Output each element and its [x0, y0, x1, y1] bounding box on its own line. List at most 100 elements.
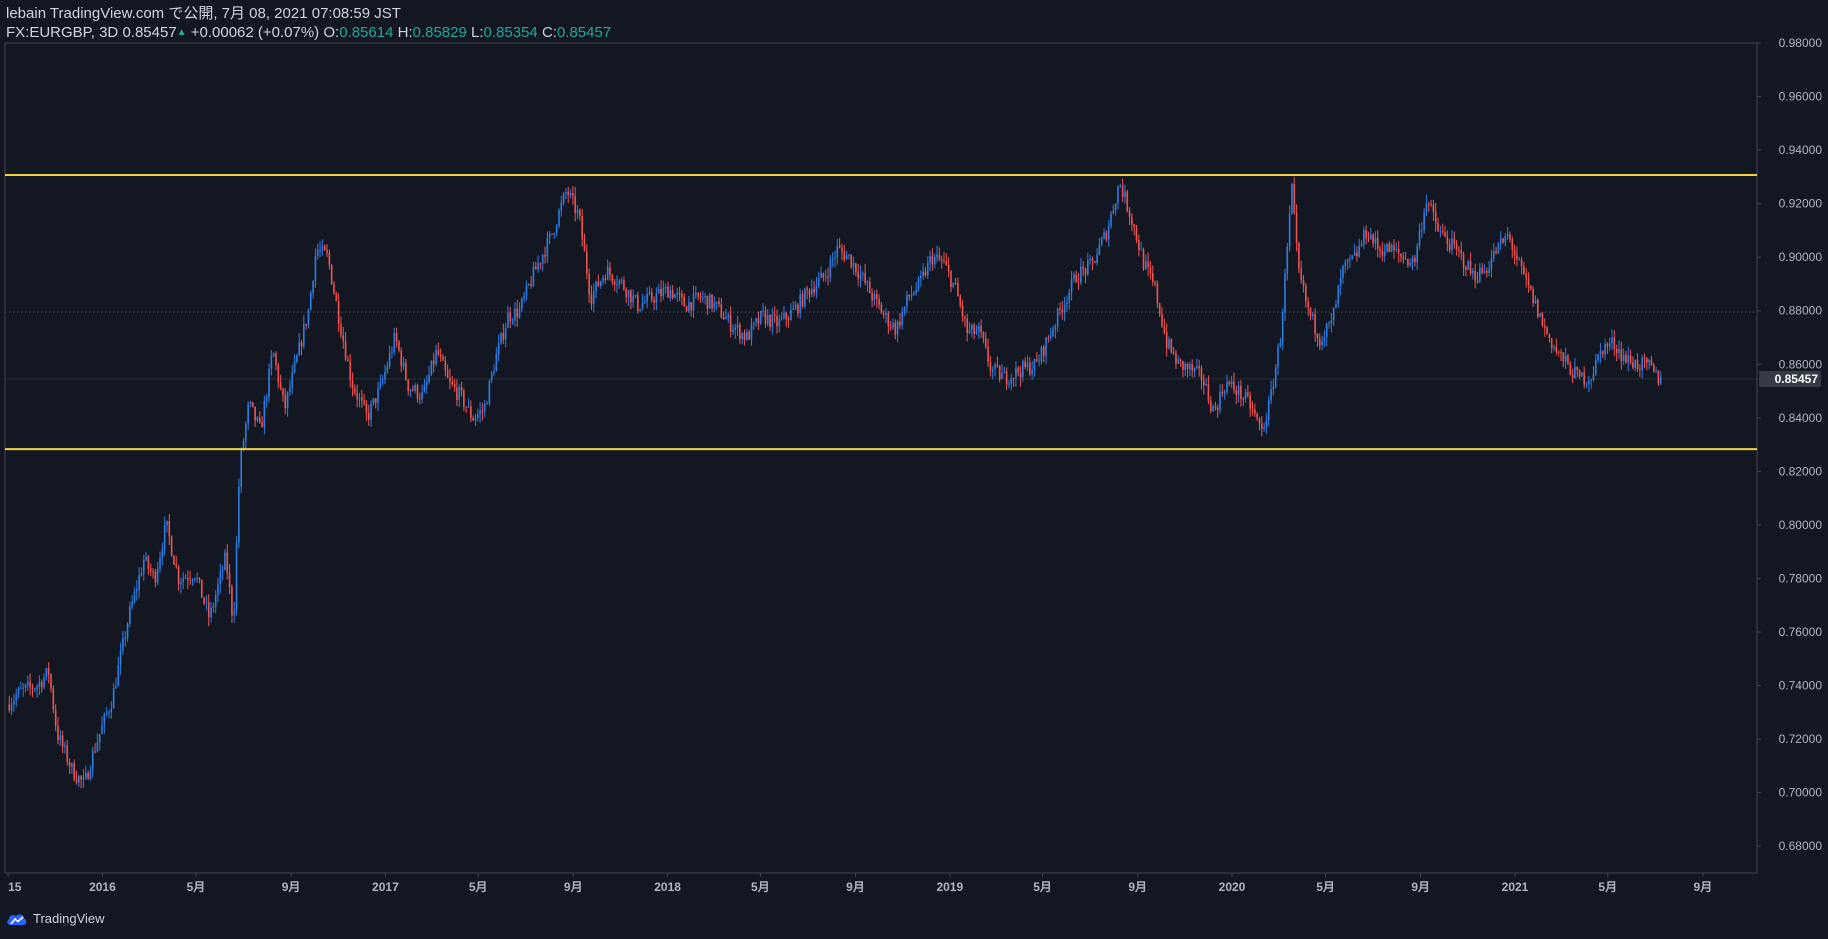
candle-body: [75, 779, 78, 783]
candle-body: [1305, 285, 1307, 302]
candle-body: [307, 309, 310, 326]
candle-body: [1154, 281, 1156, 284]
candle-body: [1495, 251, 1497, 253]
candle-body: [444, 360, 447, 371]
candle-body: [1281, 312, 1284, 344]
candle-body: [917, 278, 920, 290]
candle-body: [1363, 230, 1365, 245]
candle-body: [843, 251, 846, 260]
candle-body: [1177, 359, 1180, 364]
candle-body: [1597, 354, 1599, 360]
candle-body: [372, 398, 375, 404]
candle-body: [530, 284, 532, 286]
candle-body: [1012, 377, 1015, 379]
candle-body: [609, 267, 611, 275]
price-tick-label: 0.74000: [1779, 679, 1823, 693]
candle-body: [541, 255, 544, 264]
candle-body: [170, 536, 173, 556]
candle-body: [1212, 406, 1214, 412]
candle-body: [1513, 249, 1516, 256]
candle-body: [235, 542, 238, 611]
candle-body: [1388, 243, 1391, 253]
candle-body: [272, 353, 275, 357]
candle-body: [59, 735, 62, 740]
candle-body: [1432, 204, 1435, 213]
price-tick-label: 0.92000: [1779, 197, 1823, 211]
candle-body: [773, 314, 776, 316]
candle-body: [407, 379, 410, 392]
time-tick-label: 9月: [1411, 880, 1430, 894]
candle-body: [245, 423, 247, 442]
candle-body: [783, 312, 785, 318]
candle-body: [971, 324, 973, 330]
candle-body: [1451, 238, 1453, 251]
price-axis[interactable]: 0.98000 0.96000 0.94000 0.92000 0.90000 0.880…: [1757, 36, 1822, 853]
candle-body: [1562, 352, 1565, 362]
candle-body: [249, 401, 252, 405]
candle-body: [349, 361, 352, 381]
candle-body: [1455, 243, 1458, 249]
candle-body: [228, 572, 231, 587]
candle-body: [289, 387, 291, 393]
candle-body: [282, 388, 284, 396]
candle-body: [834, 257, 836, 259]
candle-body: [105, 713, 108, 715]
time-tick-label: 5月: [1598, 880, 1617, 894]
candle-body: [926, 262, 929, 276]
candle-body: [481, 410, 484, 412]
candle-body: [87, 772, 89, 780]
price-chart[interactable]: 0.98000 0.96000 0.94000 0.92000 0.90000 0.880…: [0, 0, 1828, 939]
candle-body: [13, 700, 15, 705]
candle-body: [96, 742, 99, 752]
candle-body: [138, 575, 140, 590]
candle-body: [1216, 408, 1219, 411]
time-tick-label: 2017: [372, 880, 399, 894]
candle-body: [247, 404, 249, 424]
candle-body: [196, 577, 198, 579]
candle-body: [973, 324, 975, 335]
candle-body: [878, 298, 880, 305]
candle-body: [449, 377, 451, 382]
candle-body: [597, 281, 600, 287]
time-axis[interactable]: 15 2016 5月 9月 2017 5月 9月 2018 5月 9月 2019 5月 9月 2020 5月…: [7, 873, 1712, 894]
candle-body: [184, 577, 187, 579]
candle-body: [68, 762, 71, 767]
candle-body: [1098, 244, 1101, 255]
tradingview-brand[interactable]: TradingView: [6, 911, 105, 926]
candle-body: [224, 552, 226, 570]
candle-body: [850, 254, 853, 268]
candle-body: [534, 266, 537, 270]
candle-body: [1469, 261, 1472, 274]
candle-body: [432, 360, 435, 365]
candle-body: [1636, 360, 1639, 369]
candle-body: [479, 410, 481, 415]
candle-body: [80, 776, 82, 780]
candle-body: [205, 602, 208, 604]
candle-body: [194, 578, 196, 580]
candle-body: [994, 364, 996, 370]
time-tick-label: 9月: [846, 880, 865, 894]
candle-body: [695, 292, 697, 294]
candle-body: [1588, 380, 1590, 384]
candle-body: [915, 289, 917, 293]
candle-body: [1523, 266, 1525, 275]
candle-body: [129, 606, 131, 625]
candle-body: [736, 324, 739, 328]
candle-body: [776, 315, 778, 327]
candle-body: [1534, 299, 1537, 304]
candle-body: [924, 271, 927, 276]
candle-body: [101, 724, 103, 734]
candle-body: [1379, 248, 1381, 251]
price-tick-label: 0.76000: [1779, 625, 1823, 639]
candle-body: [901, 311, 904, 326]
candle-body: [1402, 256, 1405, 259]
candle-body: [1200, 368, 1203, 381]
candle-body: [430, 360, 433, 375]
candle-body: [61, 735, 64, 747]
candle-body: [606, 267, 609, 280]
candle-body: [203, 597, 205, 604]
candle-body: [140, 573, 143, 576]
candle-body: [1411, 257, 1414, 263]
candle-body: [929, 256, 931, 263]
candle-body: [701, 296, 704, 299]
